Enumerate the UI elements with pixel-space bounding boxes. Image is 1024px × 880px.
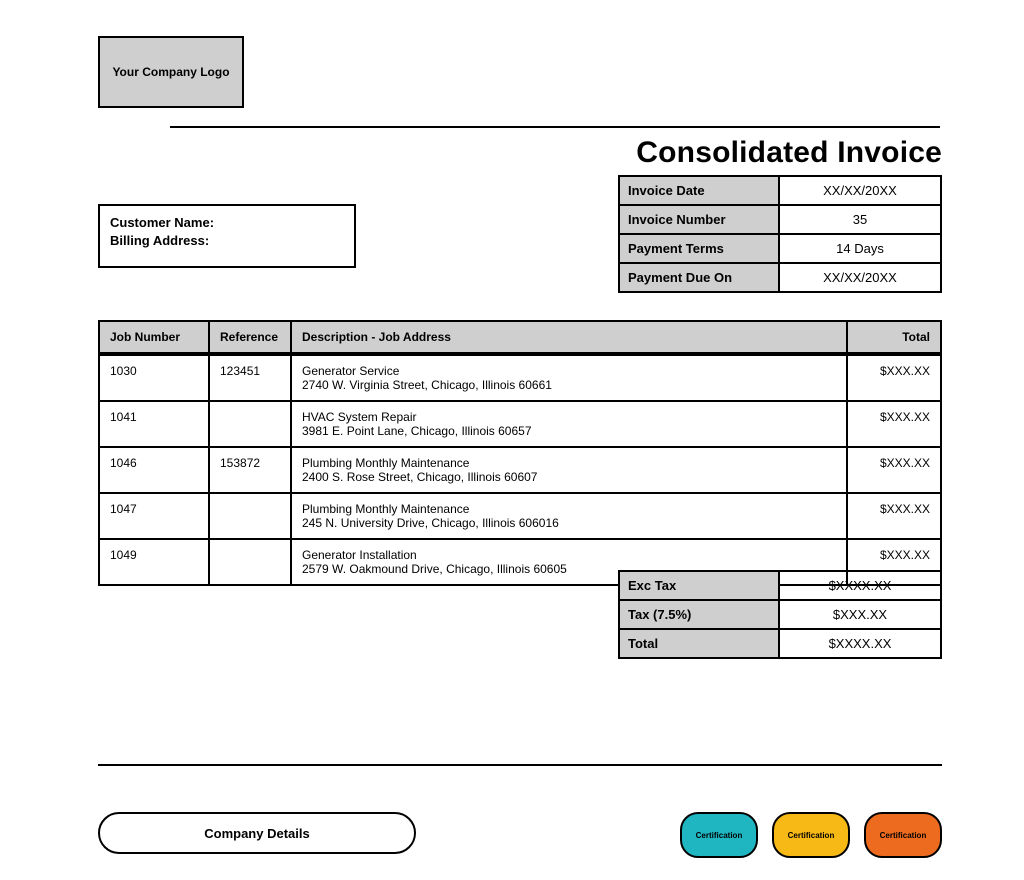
desc-addr: 2400 S. Rose Street, Chicago, Illinois 6… <box>302 470 836 484</box>
desc-title: Generator Service <box>302 364 836 378</box>
summary-value: $XXXX.XX <box>780 572 940 599</box>
cell-ref: 153872 <box>210 448 292 492</box>
billing-address-label: Billing Address: <box>110 232 344 250</box>
cell-desc: HVAC System Repair 3981 E. Point Lane, C… <box>292 402 848 446</box>
logo-text: Your Company Logo <box>112 65 229 80</box>
meta-label: Payment Due On <box>620 264 780 291</box>
meta-row: Payment Due On XX/XX/20XX <box>620 262 940 291</box>
desc-title: Plumbing Monthly Maintenance <box>302 456 836 470</box>
cell-job: 1041 <box>100 402 210 446</box>
col-job-number: Job Number <box>100 322 210 352</box>
summary-row: Exc Tax $XXXX.XX <box>620 572 940 599</box>
meta-row: Payment Terms 14 Days <box>620 233 940 262</box>
desc-title: HVAC System Repair <box>302 410 836 424</box>
company-details-pill: Company Details <box>98 812 416 854</box>
meta-value: 14 Days <box>780 235 940 262</box>
summary-table: Exc Tax $XXXX.XX Tax (7.5%) $XXX.XX Tota… <box>618 570 942 659</box>
bottom-divider <box>98 764 942 766</box>
table-row: 1030 123451 Generator Service 2740 W. Vi… <box>100 354 940 400</box>
customer-name-label: Customer Name: <box>110 214 344 232</box>
invoice-meta-table: Invoice Date XX/XX/20XX Invoice Number 3… <box>618 175 942 293</box>
col-reference: Reference <box>210 322 292 352</box>
cell-ref <box>210 402 292 446</box>
desc-addr: 3981 E. Point Lane, Chicago, Illinois 60… <box>302 424 836 438</box>
certification-badges: Certification Certification Certificatio… <box>680 812 942 858</box>
meta-label: Payment Terms <box>620 235 780 262</box>
meta-value: 35 <box>780 206 940 233</box>
cell-desc: Plumbing Monthly Maintenance 245 N. Univ… <box>292 494 848 538</box>
meta-row: Invoice Number 35 <box>620 204 940 233</box>
meta-label: Invoice Number <box>620 206 780 233</box>
summary-row: Tax (7.5%) $XXX.XX <box>620 599 940 628</box>
cell-job: 1030 <box>100 356 210 400</box>
summary-value: $XXXX.XX <box>780 630 940 657</box>
cell-job: 1046 <box>100 448 210 492</box>
desc-addr: 245 N. University Drive, Chicago, Illino… <box>302 516 836 530</box>
cell-total: $XXX.XX <box>848 402 940 446</box>
cell-job: 1047 <box>100 494 210 538</box>
cell-ref: 123451 <box>210 356 292 400</box>
customer-box: Customer Name: Billing Address: <box>98 204 356 268</box>
cell-job: 1049 <box>100 540 210 584</box>
meta-value: XX/XX/20XX <box>780 264 940 291</box>
summary-label: Exc Tax <box>620 572 780 599</box>
company-details-label: Company Details <box>204 826 309 841</box>
meta-value: XX/XX/20XX <box>780 177 940 204</box>
summary-value: $XXX.XX <box>780 601 940 628</box>
certification-badge: Certification <box>680 812 758 858</box>
summary-row: Total $XXXX.XX <box>620 628 940 657</box>
page-title: Consolidated Invoice <box>636 136 942 170</box>
cell-total: $XXX.XX <box>848 356 940 400</box>
company-logo-placeholder: Your Company Logo <box>98 36 244 108</box>
cell-total: $XXX.XX <box>848 494 940 538</box>
desc-title: Generator Installation <box>302 548 836 562</box>
certification-badge: Certification <box>864 812 942 858</box>
desc-title: Plumbing Monthly Maintenance <box>302 502 836 516</box>
certification-badge: Certification <box>772 812 850 858</box>
col-description: Description - Job Address <box>292 322 848 352</box>
cell-ref <box>210 540 292 584</box>
summary-label: Tax (7.5%) <box>620 601 780 628</box>
table-header: Job Number Reference Description - Job A… <box>100 322 940 354</box>
cell-ref <box>210 494 292 538</box>
meta-row: Invoice Date XX/XX/20XX <box>620 177 940 204</box>
col-total: Total <box>848 322 940 352</box>
cell-desc: Plumbing Monthly Maintenance 2400 S. Ros… <box>292 448 848 492</box>
meta-label: Invoice Date <box>620 177 780 204</box>
table-row: 1041 HVAC System Repair 3981 E. Point La… <box>100 400 940 446</box>
summary-label: Total <box>620 630 780 657</box>
desc-addr: 2740 W. Virginia Street, Chicago, Illino… <box>302 378 836 392</box>
top-divider <box>170 126 940 128</box>
line-items-table: Job Number Reference Description - Job A… <box>98 320 942 586</box>
cell-desc: Generator Service 2740 W. Virginia Stree… <box>292 356 848 400</box>
table-row: 1046 153872 Plumbing Monthly Maintenance… <box>100 446 940 492</box>
cell-total: $XXX.XX <box>848 448 940 492</box>
table-row: 1047 Plumbing Monthly Maintenance 245 N.… <box>100 492 940 538</box>
